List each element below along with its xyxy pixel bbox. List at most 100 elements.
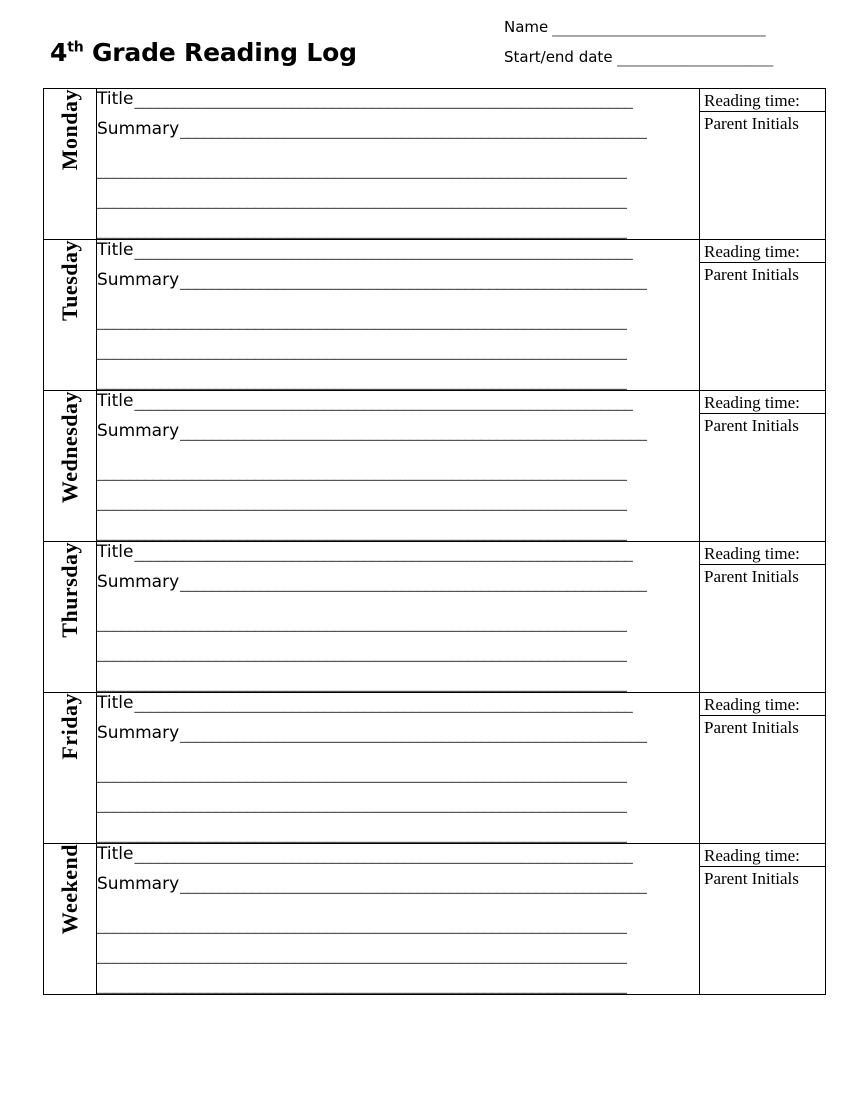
title-input[interactable]: ________________________________________… <box>134 845 661 865</box>
summary-label: Summary <box>97 421 180 441</box>
summary-blank-lines: ________________________________________… <box>97 753 699 843</box>
summary-blank-lines: ________________________________________… <box>97 602 699 692</box>
title-label: Title <box>97 693 134 713</box>
name-field-input[interactable]: ______________________________ <box>552 19 784 37</box>
day-label: Friday <box>57 693 82 760</box>
summary-label: Summary <box>97 119 180 139</box>
summary-blank-input[interactable]: ________________________________________… <box>97 190 667 209</box>
summary-blank-input[interactable]: ________________________________________… <box>97 915 667 934</box>
summary-blank-input[interactable]: ________________________________________… <box>97 341 667 360</box>
summary-blank-input[interactable]: ________________________________________… <box>97 371 667 390</box>
reading-time-label: Reading time: <box>704 695 800 714</box>
summary-blank-input[interactable]: ________________________________________… <box>97 160 667 179</box>
parent-initials-label: Parent Initials <box>704 114 799 133</box>
entry-cell: Title __________________________________… <box>96 390 700 542</box>
date-field-input[interactable]: ______________________ <box>617 49 789 67</box>
parent-initials-box[interactable]: Parent Initials <box>700 111 825 134</box>
parent-initials-box[interactable]: Parent Initials <box>700 413 825 436</box>
parent-initials-box[interactable]: Parent Initials <box>700 715 825 738</box>
reading-time-box[interactable]: Reading time: <box>700 542 825 564</box>
summary-blank-input[interactable]: ________________________________________… <box>97 492 667 511</box>
summary-blank-line: ________________________________________… <box>97 330 699 360</box>
summary-blank-input[interactable]: ________________________________________… <box>97 643 667 662</box>
reading-time-box[interactable]: Reading time: <box>700 844 825 866</box>
reading-time-label: Reading time: <box>704 544 800 563</box>
side-cell: Reading time: Parent Initials <box>699 541 826 693</box>
summary-blank-input[interactable]: ________________________________________… <box>97 673 667 692</box>
day-cell: Tuesday <box>43 239 97 391</box>
summary-blank-input[interactable]: ________________________________________… <box>97 945 667 964</box>
summary-input[interactable]: ________________________________________… <box>180 422 669 442</box>
parent-initials-label: Parent Initials <box>704 265 799 284</box>
title-input[interactable]: ________________________________________… <box>134 694 661 714</box>
summary-blank-line: ________________________________________… <box>97 753 699 783</box>
summary-blank-input[interactable]: ________________________________________… <box>97 764 667 783</box>
summary-blank-input[interactable]: ________________________________________… <box>97 311 667 330</box>
reading-time-box[interactable]: Reading time: <box>700 693 825 715</box>
reading-time-label: Reading time: <box>704 846 800 865</box>
summary-blank-input[interactable]: ________________________________________… <box>97 794 667 813</box>
parent-initials-box[interactable]: Parent Initials <box>700 262 825 285</box>
day-label: Tuesday <box>57 240 82 321</box>
title-line: Title __________________________________… <box>97 240 699 270</box>
summary-line: Summary ________________________________… <box>97 723 699 753</box>
summary-input[interactable]: ________________________________________… <box>180 875 669 895</box>
day-cell: Monday <box>43 88 97 240</box>
page-title-ordinal-suffix: th <box>67 39 84 56</box>
summary-blank-input[interactable]: ________________________________________… <box>97 462 667 481</box>
summary-blank-input[interactable]: ________________________________________… <box>97 522 667 541</box>
parent-initials-label: Parent Initials <box>704 567 799 586</box>
reading-log-table: Monday Title ___________________________… <box>43 88 826 995</box>
parent-initials-box[interactable]: Parent Initials <box>700 866 825 889</box>
entry-cell: Title __________________________________… <box>96 239 700 391</box>
summary-blank-line: ________________________________________… <box>97 904 699 934</box>
header-fields: Name ______________________________ Star… <box>504 18 834 78</box>
title-line: Title __________________________________… <box>97 844 699 874</box>
day-label: Weekend <box>57 844 82 935</box>
day-cell: Weekend <box>43 843 97 995</box>
title-line: Title __________________________________… <box>97 89 699 119</box>
title-input[interactable]: ________________________________________… <box>134 90 661 110</box>
summary-line: Summary ________________________________… <box>97 119 699 149</box>
reading-time-box[interactable]: Reading time: <box>700 240 825 262</box>
day-cell: Wednesday <box>43 390 97 542</box>
summary-blank-input[interactable]: ________________________________________… <box>97 220 667 239</box>
summary-input[interactable]: ________________________________________… <box>180 573 669 593</box>
summary-blank-input[interactable]: ________________________________________… <box>97 975 667 994</box>
summary-input[interactable]: ________________________________________… <box>180 724 669 744</box>
summary-label: Summary <box>97 572 180 592</box>
summary-blank-line: ________________________________________… <box>97 179 699 209</box>
title-input[interactable]: ________________________________________… <box>134 392 661 412</box>
summary-input[interactable]: ________________________________________… <box>180 120 669 140</box>
summary-line: Summary ________________________________… <box>97 421 699 451</box>
reading-time-box[interactable]: Reading time: <box>700 391 825 413</box>
table-row-monday: Monday Title ___________________________… <box>43 88 826 240</box>
day-cell: Friday <box>43 692 97 844</box>
summary-blank-lines: ________________________________________… <box>97 149 699 239</box>
summary-blank-line: ________________________________________… <box>97 632 699 662</box>
table-row-thursday: Thursday Title _________________________… <box>43 541 826 693</box>
reading-time-box[interactable]: Reading time: <box>700 89 825 111</box>
title-input[interactable]: ________________________________________… <box>134 241 661 261</box>
parent-initials-label: Parent Initials <box>704 416 799 435</box>
summary-blank-line: ________________________________________… <box>97 300 699 330</box>
title-label: Title <box>97 240 134 260</box>
date-field-label: Start/end date <box>504 48 613 66</box>
title-input[interactable]: ________________________________________… <box>134 543 661 563</box>
summary-blank-line: ________________________________________… <box>97 934 699 964</box>
page-title: 4th Grade Reading Log <box>50 40 357 65</box>
summary-blank-line: ________________________________________… <box>97 964 699 994</box>
summary-line: Summary ________________________________… <box>97 572 699 602</box>
day-label: Thursday <box>57 542 82 638</box>
summary-blank-input[interactable]: ________________________________________… <box>97 613 667 632</box>
title-label: Title <box>97 391 134 411</box>
title-line: Title __________________________________… <box>97 693 699 723</box>
title-line: Title __________________________________… <box>97 542 699 572</box>
summary-blank-line: ________________________________________… <box>97 813 699 843</box>
side-cell: Reading time: Parent Initials <box>699 692 826 844</box>
summary-input[interactable]: ________________________________________… <box>180 271 669 291</box>
parent-initials-box[interactable]: Parent Initials <box>700 564 825 587</box>
summary-blank-input[interactable]: ________________________________________… <box>97 824 667 843</box>
summary-blank-line: ________________________________________… <box>97 149 699 179</box>
name-field-row: Name ______________________________ <box>504 18 834 48</box>
